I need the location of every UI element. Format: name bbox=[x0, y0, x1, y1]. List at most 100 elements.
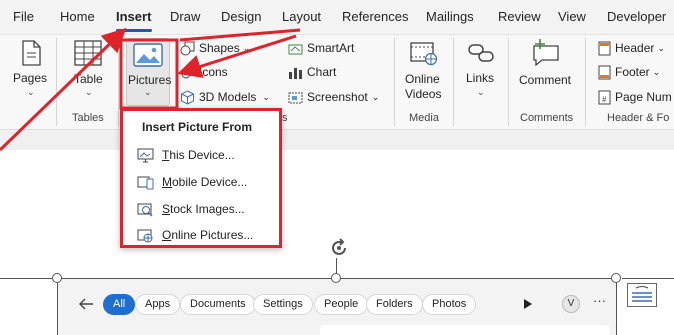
mobile-device-icon bbox=[137, 176, 154, 189]
footer-chevron-icon: ⌄ bbox=[652, 66, 661, 77]
3d-models-button[interactable]: 3D Models ⌄ bbox=[180, 87, 270, 107]
header-button[interactable]: Header ⌄ bbox=[598, 38, 665, 58]
back-arrow-icon bbox=[79, 298, 93, 310]
3d-models-label: 3D Models bbox=[199, 90, 257, 104]
page-number-icon: # bbox=[598, 90, 611, 104]
rotate-handle-icon[interactable] bbox=[328, 237, 350, 259]
insert-picture-dropdown: Insert Picture From This Device... Mobil… bbox=[120, 108, 282, 248]
item-accesskey: O bbox=[162, 228, 172, 242]
selection-border-right bbox=[616, 278, 617, 335]
table-button[interactable]: Table bbox=[74, 72, 103, 86]
selection-border-left bbox=[57, 278, 58, 335]
tab-review[interactable]: Review bbox=[498, 9, 541, 24]
comment-icon[interactable] bbox=[530, 38, 562, 66]
smartart-icon bbox=[288, 44, 303, 54]
table-icon[interactable] bbox=[74, 40, 102, 66]
pages-button[interactable]: Pages bbox=[13, 71, 47, 85]
tab-references[interactable]: References bbox=[342, 9, 408, 24]
online-videos-line1[interactable]: Online bbox=[405, 72, 440, 86]
menu-item-this-device[interactable]: This Device... bbox=[137, 145, 235, 165]
header-label: Header bbox=[615, 41, 655, 55]
filter-photos: Photos bbox=[422, 294, 477, 315]
results-panel bbox=[320, 325, 610, 335]
menu-item-mobile-device[interactable]: Mobile Device... bbox=[137, 172, 247, 192]
item-label: his Device... bbox=[169, 148, 235, 162]
icons-button[interactable]: Icons bbox=[180, 62, 228, 82]
tab-insert[interactable]: Insert bbox=[116, 9, 151, 24]
links-chevron-icon[interactable]: ⌄ bbox=[477, 87, 485, 98]
page-number-button[interactable]: # Page Num bbox=[598, 87, 672, 107]
tab-mailings[interactable]: Mailings bbox=[426, 9, 474, 24]
table-chevron-icon[interactable]: ⌄ bbox=[85, 87, 93, 98]
resize-handle-top-right[interactable] bbox=[611, 273, 621, 283]
links-icon[interactable] bbox=[467, 42, 495, 64]
inserted-image[interactable]: All Apps Documents Settings People Folde… bbox=[58, 278, 616, 335]
footer-label: Footer bbox=[615, 65, 650, 79]
screenshot-chevron-icon: ⌄ bbox=[371, 91, 380, 102]
group-label-tables: Tables bbox=[72, 112, 104, 124]
item-label: tock Images... bbox=[170, 202, 245, 216]
comment-button[interactable]: Comment bbox=[519, 73, 571, 87]
footer-button[interactable]: Footer ⌄ bbox=[598, 62, 660, 82]
smartart-button[interactable]: SmartArt bbox=[288, 38, 354, 58]
ribbon-separator bbox=[56, 38, 57, 126]
chart-button[interactable]: Chart bbox=[288, 62, 336, 82]
shapes-label: Shapes bbox=[199, 41, 240, 55]
filter-documents: Documents bbox=[180, 294, 256, 315]
pictures-chevron-icon[interactable]: ⌄ bbox=[144, 87, 152, 98]
menu-item-online-pictures[interactable]: Online Pictures... bbox=[137, 225, 253, 245]
3d-models-chevron-icon: ⌄ bbox=[262, 91, 270, 102]
pages-chevron-icon[interactable]: ⌄ bbox=[27, 87, 35, 98]
online-videos-line2[interactable]: Videos bbox=[405, 87, 441, 101]
smartart-label: SmartArt bbox=[307, 41, 355, 55]
tab-home[interactable]: Home bbox=[60, 9, 95, 24]
online-videos-icon[interactable] bbox=[410, 40, 438, 66]
shapes-chevron-icon: ⌄ bbox=[242, 42, 251, 53]
chart-label: Chart bbox=[307, 65, 337, 79]
tab-design[interactable]: Design bbox=[221, 9, 261, 24]
pages-icon[interactable] bbox=[20, 40, 42, 66]
filter-all: All bbox=[103, 294, 136, 315]
play-icon bbox=[524, 299, 532, 309]
svg-text:#: # bbox=[602, 95, 607, 104]
stock-images-icon bbox=[137, 203, 153, 216]
pictures-label: Pictures bbox=[128, 73, 172, 87]
page-number-label: Page Num bbox=[615, 90, 672, 104]
screenshot-button[interactable]: Screenshot ⌄ bbox=[288, 87, 379, 107]
layout-options-icon bbox=[632, 286, 652, 302]
tab-view[interactable]: View bbox=[558, 9, 586, 24]
item-label: obile Device... bbox=[172, 175, 248, 189]
icons-label: Icons bbox=[199, 65, 228, 79]
3d-cube-icon bbox=[181, 89, 194, 105]
item-label: nline Pictures... bbox=[171, 228, 254, 242]
layout-options-button[interactable] bbox=[627, 283, 657, 307]
ribbon-separator bbox=[118, 38, 119, 126]
menu-item-stock-images[interactable]: Stock Images... bbox=[137, 199, 245, 219]
ribbon-separator bbox=[394, 38, 395, 126]
filter-folders: Folders bbox=[366, 294, 423, 315]
filter-apps: Apps bbox=[135, 294, 181, 315]
ribbon-separator bbox=[508, 38, 509, 126]
screenshot-label: Screenshot bbox=[307, 90, 368, 104]
tab-draw[interactable]: Draw bbox=[170, 9, 200, 24]
this-device-icon bbox=[137, 148, 154, 162]
chart-icon bbox=[289, 67, 302, 79]
resize-handle-top-left[interactable] bbox=[52, 273, 62, 283]
tab-developer[interactable]: Developer bbox=[607, 9, 666, 24]
shapes-button[interactable]: Shapes ⌄ bbox=[180, 38, 250, 58]
resize-handle-top[interactable] bbox=[331, 273, 341, 283]
group-label-header-footer: Header & Fo bbox=[607, 112, 670, 124]
anchor-line-left bbox=[0, 278, 52, 279]
group-label-illustrations: s bbox=[282, 112, 288, 124]
filter-people: People bbox=[314, 294, 369, 315]
ribbon-separator bbox=[453, 38, 454, 126]
pictures-icon[interactable] bbox=[133, 43, 163, 67]
header-chevron-icon: ⌄ bbox=[657, 42, 665, 53]
tab-file[interactable]: File bbox=[13, 9, 34, 24]
user-avatar: V bbox=[562, 295, 580, 313]
links-button[interactable]: Links bbox=[466, 71, 494, 85]
anchor-line-right bbox=[622, 278, 674, 279]
tab-layout[interactable]: Layout bbox=[282, 9, 321, 24]
more-options-icon: ··· bbox=[593, 293, 606, 308]
item-accesskey: M bbox=[162, 175, 172, 189]
